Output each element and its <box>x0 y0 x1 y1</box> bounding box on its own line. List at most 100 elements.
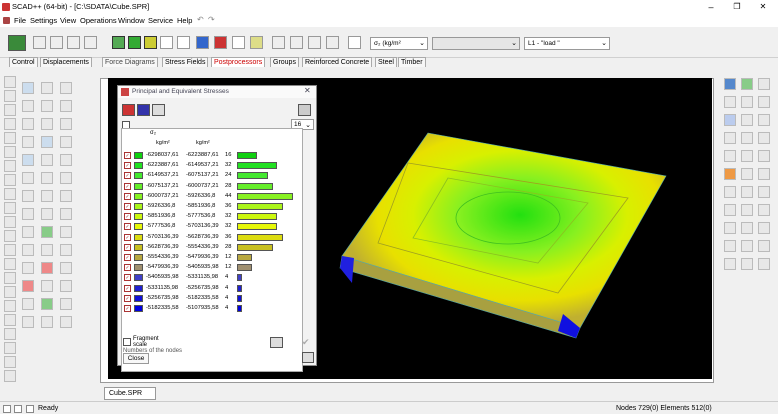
table-row[interactable]: ✓ -5628736,39 -5554336,39 28 <box>122 243 304 253</box>
left-tool-icon[interactable] <box>4 258 16 270</box>
left-tool-icon[interactable] <box>41 298 53 310</box>
tool-icon-2[interactable] <box>50 36 63 49</box>
left-tool-icon[interactable] <box>41 118 53 130</box>
menu-help[interactable]: Help <box>177 16 192 25</box>
restore-button[interactable]: ❐ <box>728 1 746 13</box>
left-tool-icon[interactable] <box>22 244 34 256</box>
panel-close-icon[interactable]: ✕ <box>304 86 311 95</box>
left-tool-icon[interactable] <box>41 208 53 220</box>
table-row[interactable]: ✓ -5554336,39 -5479936,39 12 <box>122 253 304 263</box>
left-tool-icon[interactable] <box>22 280 34 292</box>
menu-settings[interactable]: Settings <box>30 16 57 25</box>
color-swatch[interactable] <box>134 274 143 282</box>
left-tool-icon[interactable] <box>4 286 16 298</box>
tab-steel[interactable]: Steel <box>375 57 397 67</box>
left-tool-icon[interactable] <box>22 100 34 112</box>
table-row[interactable]: ✓ -5479936,39 -5405935,98 12 <box>122 263 304 273</box>
left-tool-icon[interactable] <box>60 280 72 292</box>
menu-view[interactable]: View <box>60 16 76 25</box>
fragment-scale-checkbox[interactable] <box>123 338 131 346</box>
left-tool-icon[interactable] <box>4 244 16 256</box>
table-row[interactable]: ✓ -5331135,98 -5256735,98 4 <box>122 284 304 294</box>
redo-icon[interactable]: ↷ <box>208 15 215 24</box>
left-tool-icon[interactable] <box>22 316 34 328</box>
left-tool-icon[interactable] <box>4 104 16 116</box>
tool-icon-4[interactable] <box>84 36 97 49</box>
table-row[interactable]: ✓ -5851936,8 -5777536,8 32 <box>122 212 304 222</box>
tab-groups[interactable]: Groups <box>270 57 299 67</box>
tab-force-diagrams[interactable]: Force Diagrams <box>102 57 158 67</box>
row-checkbox[interactable]: ✓ <box>124 213 131 221</box>
left-tool-icon[interactable] <box>4 216 16 228</box>
left-tool-icon[interactable] <box>22 136 34 148</box>
right-tool-icon[interactable] <box>741 204 753 216</box>
color-swatch[interactable] <box>134 305 143 312</box>
close-button[interactable]: ✕ <box>754 1 772 13</box>
color-swatch[interactable] <box>134 152 143 159</box>
left-tool-icon[interactable] <box>60 136 72 148</box>
row-checkbox[interactable]: ✓ <box>124 274 131 282</box>
camera-icon[interactable] <box>270 337 283 348</box>
left-tool-icon[interactable] <box>41 262 53 274</box>
left-tool-icon[interactable] <box>4 174 16 186</box>
row-checkbox[interactable]: ✓ <box>124 294 131 302</box>
left-tool-icon[interactable] <box>60 298 72 310</box>
right-tool-icon[interactable] <box>741 240 753 252</box>
right-tool-icon[interactable] <box>741 96 753 108</box>
right-tool-icon[interactable] <box>724 132 736 144</box>
left-tool-icon[interactable] <box>4 356 16 368</box>
table-row[interactable]: ✓ -6075137,21 -6000737,21 28 <box>122 182 304 192</box>
left-tool-icon[interactable] <box>4 300 16 312</box>
left-tool-icon[interactable] <box>41 316 53 328</box>
left-tool-icon[interactable] <box>22 118 34 130</box>
left-tool-icon[interactable] <box>4 272 16 284</box>
color-swatch[interactable] <box>134 213 143 221</box>
right-tool-icon[interactable] <box>724 204 736 216</box>
row-checkbox[interactable]: ✓ <box>124 305 131 312</box>
left-tool-icon[interactable] <box>4 90 16 102</box>
check-icon[interactable]: ✔ <box>302 337 314 348</box>
right-tool-icon[interactable] <box>758 204 770 216</box>
left-tool-icon[interactable] <box>60 154 72 166</box>
tool-icon-13[interactable] <box>272 36 285 49</box>
settings-icon[interactable] <box>298 104 311 116</box>
left-tool-icon[interactable] <box>4 188 16 200</box>
right-tool-icon[interactable] <box>741 222 753 234</box>
left-tool-icon[interactable] <box>41 226 53 238</box>
tool-icon-16[interactable] <box>326 36 339 49</box>
palette-gray-icon[interactable] <box>152 104 165 116</box>
table-row[interactable]: ✓ -5182335,58 -5107935,58 4 <box>122 304 304 314</box>
tool-icon-3[interactable] <box>67 36 80 49</box>
color-swatch[interactable] <box>134 172 143 180</box>
right-tool-icon[interactable] <box>724 150 736 162</box>
right-tool-icon[interactable] <box>758 132 770 144</box>
menu-file[interactable]: File <box>14 16 26 25</box>
tab-reinforced-concrete[interactable]: Reinforced Concrete <box>302 57 373 67</box>
row-checkbox[interactable]: ✓ <box>124 172 131 180</box>
right-tool-icon[interactable] <box>741 114 753 126</box>
right-tool-icon[interactable] <box>758 258 770 270</box>
left-tool-icon[interactable] <box>22 82 34 94</box>
menu-service[interactable]: Service <box>148 16 173 25</box>
left-tool-icon[interactable] <box>22 298 34 310</box>
left-tool-icon[interactable] <box>22 208 34 220</box>
tab-timber[interactable]: Timber <box>398 57 426 67</box>
row-checkbox[interactable]: ✓ <box>124 203 131 210</box>
row-checkbox[interactable]: ✓ <box>124 223 131 231</box>
left-tool-icon[interactable] <box>60 100 72 112</box>
left-tool-icon[interactable] <box>60 82 72 94</box>
left-tool-icon[interactable] <box>41 280 53 292</box>
right-tool-icon[interactable] <box>724 240 736 252</box>
left-tool-icon[interactable] <box>4 230 16 242</box>
model-view-icon[interactable] <box>8 35 26 51</box>
row-checkbox[interactable]: ✓ <box>124 182 131 190</box>
units-combo[interactable]: σ₂ (kg/m² ⌄ <box>370 37 428 50</box>
tool-icon-8[interactable] <box>160 36 173 49</box>
tool-icon-9[interactable] <box>177 36 190 49</box>
menu-operations[interactable]: Operations <box>80 16 117 25</box>
tab-stress-fields[interactable]: Stress Fields <box>162 57 209 67</box>
tool-icon-10[interactable] <box>196 36 209 49</box>
row-checkbox[interactable]: ✓ <box>124 233 131 241</box>
close-button[interactable]: Close <box>123 353 149 364</box>
left-tool-icon[interactable] <box>4 160 16 172</box>
